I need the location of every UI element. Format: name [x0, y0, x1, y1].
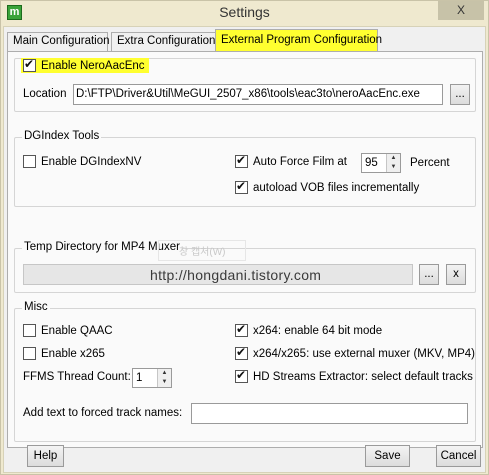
external-muxer-label: x264/x265: use external muxer (MKV, MP4) — [253, 347, 476, 360]
tab-main-configuration[interactable]: Main Configuration — [7, 32, 110, 51]
settings-window: m Settings X Main Configuration Extra Co… — [0, 0, 489, 475]
x264-64bit-label: x264: enable 64 bit mode — [253, 324, 383, 337]
percent-label: Percent — [410, 157, 450, 169]
capture-watermark-korean: 창 캡처(W) — [158, 240, 247, 261]
nero-location-input[interactable]: D:\FTP\Driver&Util\MeGUI_2507_x86\tools\… — [73, 84, 443, 105]
location-label: Location — [23, 88, 67, 100]
nero-browse-button[interactable]: ... — [450, 84, 470, 105]
tab-external-program-configuration[interactable]: External Program Configuration — [215, 29, 382, 52]
checkbox-box[interactable] — [235, 345, 248, 360]
checkbox-box[interactable] — [23, 324, 36, 337]
auto-force-film-checkbox[interactable]: Auto Force Film at — [235, 153, 347, 168]
enable-dgindexnv-checkbox[interactable]: Enable DGIndexNV — [23, 155, 141, 168]
autoload-vob-label: autoload VOB files incrementally — [253, 181, 420, 194]
tab-panel: Enable NeroAacEnc Location D:\FTP\Driver… — [7, 51, 483, 448]
enable-qaac-label: Enable QAAC — [41, 324, 113, 337]
external-muxer-checkbox[interactable]: x264/x265: use external muxer (MKV, MP4) — [235, 345, 476, 360]
enable-x265-label: Enable x265 — [41, 347, 105, 360]
dialog-client: Main Configuration Extra Configuration E… — [3, 26, 486, 473]
save-button[interactable]: Save — [365, 445, 410, 467]
forced-track-label: Add text to forced track names: — [23, 407, 183, 419]
ffms-thread-count-spinner[interactable]: 1 ▲ ▼ — [132, 368, 172, 388]
ffms-thread-count-label: FFMS Thread Count: — [23, 371, 131, 383]
spinner-down-icon[interactable]: ▼ — [158, 378, 171, 387]
title-bar[interactable]: m Settings X — [1, 1, 488, 25]
enable-qaac-checkbox[interactable]: Enable QAAC — [23, 324, 113, 337]
enable-neroaacenc-label: Enable NeroAacEnc — [41, 59, 145, 72]
checkbox-box[interactable] — [23, 57, 36, 72]
temp-dir-browse-button[interactable]: ... — [419, 264, 439, 285]
checkbox-box[interactable] — [23, 155, 36, 168]
tab-extra-configuration[interactable]: Extra Configuration — [111, 32, 216, 51]
checkbox-box[interactable] — [23, 347, 36, 360]
dgindex-group: DGIndex Tools Enable DGIndexNV Auto Forc… — [14, 130, 476, 207]
hd-streams-label: HD Streams Extractor: select default tra… — [253, 370, 473, 383]
spinner-arrows[interactable]: ▲ ▼ — [157, 369, 171, 387]
dgindex-group-title: DGIndex Tools — [22, 130, 102, 142]
spinner-value: 95 — [365, 157, 378, 169]
hd-streams-checkbox[interactable]: HD Streams Extractor: select default tra… — [235, 368, 473, 383]
auto-force-film-label: Auto Force Film at — [253, 155, 347, 168]
spinner-value: 1 — [136, 372, 143, 384]
autoload-vob-checkbox[interactable]: autoload VOB files incrementally — [235, 179, 420, 194]
checkbox-box[interactable] — [235, 153, 248, 168]
misc-group: Misc Enable QAAC Enable x265 FFMS Thread… — [14, 301, 476, 442]
close-button[interactable]: X — [438, 1, 484, 20]
checkbox-box[interactable] — [235, 322, 248, 337]
checkbox-box[interactable] — [235, 368, 248, 383]
misc-group-title: Misc — [22, 301, 50, 313]
enable-dgindexnv-label: Enable DGIndexNV — [41, 155, 142, 168]
x264-64bit-checkbox[interactable]: x264: enable 64 bit mode — [235, 322, 383, 337]
spinner-arrows[interactable]: ▲ ▼ — [386, 154, 400, 172]
window-title: Settings — [219, 4, 270, 20]
enable-x265-checkbox[interactable]: Enable x265 — [23, 347, 105, 360]
checkbox-box[interactable] — [235, 179, 248, 194]
cancel-button[interactable]: Cancel — [436, 445, 481, 467]
spinner-down-icon[interactable]: ▼ — [387, 163, 400, 172]
spinner-up-icon[interactable]: ▲ — [387, 154, 400, 163]
auto-force-film-spinner[interactable]: 95 ▲ ▼ — [361, 153, 401, 173]
url-watermark: http://hongdani.tistory.com — [150, 267, 322, 283]
enable-neroaacenc-checkbox[interactable]: Enable NeroAacEnc — [21, 57, 149, 73]
help-button[interactable]: Help — [27, 445, 64, 467]
nero-group: Enable NeroAacEnc Location D:\FTP\Driver… — [14, 57, 476, 112]
temp-dir-clear-button[interactable]: x — [446, 264, 466, 285]
forced-track-input[interactable] — [191, 403, 468, 424]
spinner-up-icon[interactable]: ▲ — [158, 369, 171, 378]
